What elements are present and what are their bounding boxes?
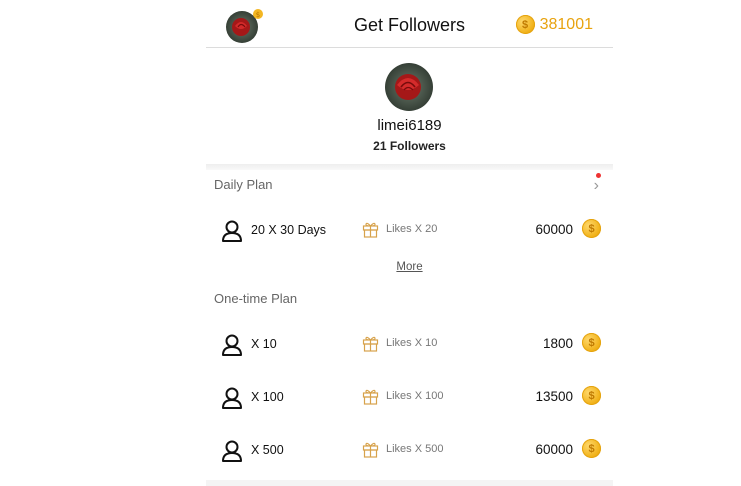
bottom-divider <box>206 480 613 486</box>
onetime-plan-item[interactable]: X 100 Likes X 100 13500 $ <box>206 384 613 412</box>
gift-icon <box>362 336 379 352</box>
coin-icon: $ <box>582 333 601 352</box>
plan-likes-bonus: Likes X 20 <box>386 223 438 235</box>
onetime-plan-item[interactable]: X 500 Likes X 500 60000 $ <box>206 437 613 465</box>
plan-quantity: X 100 <box>251 390 284 404</box>
plan-likes-bonus: Likes X 500 <box>386 443 444 455</box>
chevron-right-icon[interactable]: › <box>594 177 599 195</box>
gift-icon <box>362 389 379 405</box>
person-icon <box>222 387 242 409</box>
person-icon <box>222 440 242 462</box>
plan-price: 1800 <box>542 336 573 351</box>
plan-quantity: X 500 <box>251 443 284 457</box>
coin-icon: $ <box>582 386 601 405</box>
plan-price: 60000 <box>535 222 573 237</box>
daily-plan-item[interactable]: 20 X 30 Days Likes X 20 60000 $ <box>206 217 613 245</box>
onetime-plan-title: One-time Plan <box>214 291 298 306</box>
profile-follower-count: 21 Followers <box>373 139 446 153</box>
onetime-plan-item[interactable]: X 10 Likes X 10 1800 $ <box>206 331 613 359</box>
profile-username: limei6189 <box>377 117 442 134</box>
plan-price: 13500 <box>535 389 573 404</box>
get-followers-panel: $ Get Followers $ 381001 limei6189 21 Fo… <box>206 0 613 486</box>
gift-icon <box>362 442 379 458</box>
section-divider <box>206 164 613 170</box>
more-plans-link[interactable]: More <box>206 261 613 273</box>
person-icon <box>222 334 242 356</box>
person-icon <box>222 220 242 242</box>
coin-icon: $ <box>515 15 535 34</box>
notification-dot <box>596 173 601 178</box>
coin-balance[interactable]: $ 381001 <box>515 15 593 34</box>
coin-icon: $ <box>582 439 601 458</box>
rose-avatar-icon <box>385 63 433 111</box>
daily-plan-title: Daily Plan <box>214 177 273 192</box>
plan-quantity: X 10 <box>251 337 277 351</box>
profile-avatar <box>385 63 433 111</box>
gift-icon <box>362 222 379 238</box>
coin-balance-value: 381001 <box>539 15 593 33</box>
plan-likes-bonus: Likes X 100 <box>386 390 444 402</box>
coin-icon: $ <box>582 219 601 238</box>
plan-price: 60000 <box>535 442 573 457</box>
plan-likes-bonus: Likes X 10 <box>386 337 438 349</box>
plan-quantity: 20 X 30 Days <box>251 223 327 237</box>
top-bar: $ Get Followers $ 381001 <box>206 0 613 48</box>
